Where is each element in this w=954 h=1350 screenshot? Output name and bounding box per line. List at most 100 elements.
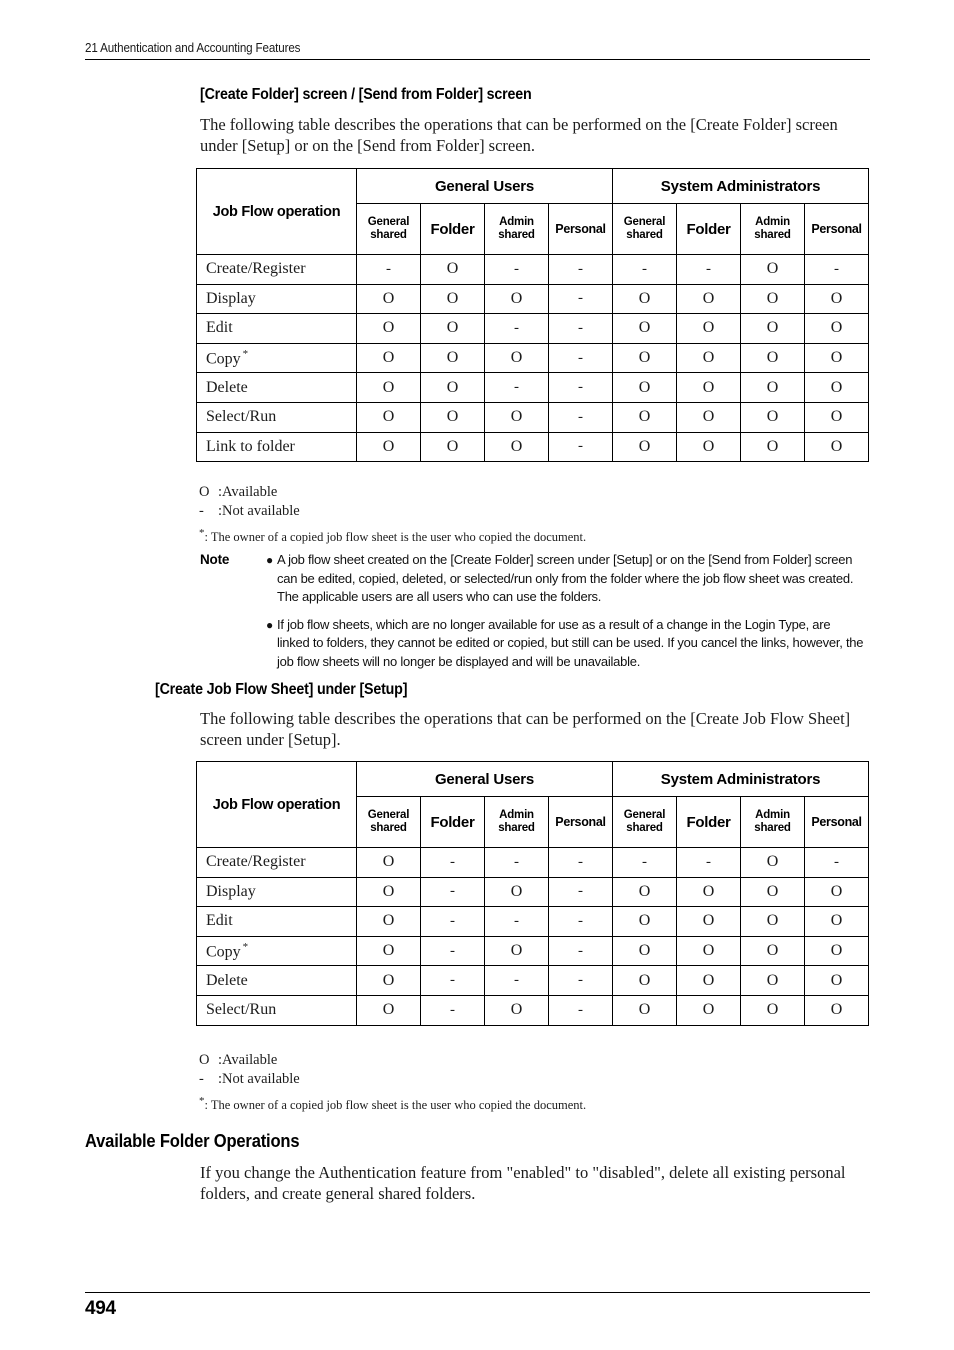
cell-availability: - [420,847,485,878]
cell-availability: O [612,876,678,908]
cell-availability: - [547,431,614,463]
cell-availability: - [484,372,549,403]
cell-availability: O [356,994,421,1026]
table-row: Copy * O O O - O O O O [196,342,870,374]
cell-availability: O [676,431,742,463]
section1-intro: The following table describes the operat… [200,115,838,155]
table-row: Delete O O - - O O O O [196,372,870,403]
note-item: ● A job flow sheet created on the [Create… [266,552,854,604]
cell-availability: O [676,313,742,344]
cell-availability: O [420,313,485,344]
cell-availability: O [484,283,549,315]
cell-availability: O [676,876,742,908]
subheader-gu-folder: Folder [420,796,485,848]
table-body: Create/Register O - - - - - O - Display O - O - O O O O Ed… [196,847,870,1026]
cell-availability: O [420,401,485,433]
cell-availability: O [484,935,549,967]
cell-availability: O [676,283,742,315]
cell-operation-name: Select/Run [196,401,357,433]
cell-availability: O [676,342,742,374]
cell-availability: - [547,313,614,344]
cell-availability: O [804,342,870,374]
cell-availability: O [420,283,485,315]
cell-availability: O [740,254,806,285]
note-body: ● A job flow sheet created on the [Create… [266,551,866,671]
bullet-icon: ● [266,617,273,632]
cell-availability: O [356,313,421,344]
cell-availability: - [484,254,549,285]
cell-operation-name: Edit [196,906,357,937]
cell-availability: - [484,965,549,996]
cell-availability: O [484,342,549,374]
section2-intro: The following table describes the operat… [200,709,851,749]
cell-availability: - [547,342,614,374]
section3-heading: Available Folder Operations [85,1131,300,1151]
cell-availability: O [356,342,421,374]
cell-availability: O [804,935,870,967]
subheader-gu-folder: Folder [420,203,485,255]
page-number: 494 [85,1298,116,1319]
cell-availability: - [420,935,485,967]
cell-availability: O [740,313,806,344]
document-page: 21 Authentication and Accounting Feature… [0,0,954,1350]
subheader-sa-folder: Folder [676,796,742,848]
cell-availability: - [356,254,421,285]
subheader-gu-personal: Personal [547,796,614,848]
cell-availability: - [676,847,742,878]
note-label: Note [200,552,230,567]
group-header-general-users: General Users [355,168,614,204]
subheader-gu-general-shared: General shared [356,203,421,255]
cell-availability: O [612,283,678,315]
subheader-sa-admin-shared: Admin shared [740,796,806,848]
cell-availability: - [420,965,485,996]
cell-availability: - [547,935,614,967]
group-header-system-administrators: System Administrators [612,761,870,797]
cell-availability: O [740,876,806,908]
cell-availability: - [547,906,614,937]
cell-availability: O [612,935,678,967]
cell-availability: O [356,935,421,967]
table-row: Select/Run O - O - O O O O [196,994,870,1026]
cell-availability: - [484,847,549,878]
section2-footnote: *: The owner of a copied job flow sheet … [199,1095,587,1113]
column-header-operation: Job Flow operation [196,761,357,848]
cell-availability: - [612,254,678,285]
cell-operation-name: Create/Register [196,254,357,285]
table-row: Edit O O - - O O O O [196,313,870,344]
cell-availability: O [676,401,742,433]
cell-availability: O [356,906,421,937]
cell-availability: - [420,906,485,937]
table-row: Delete O - - - O O O O [196,965,870,996]
cell-operation-name: Delete [196,372,357,403]
cell-availability: O [804,283,870,315]
subheader-gu-admin-shared: Admin shared [484,796,549,848]
group-header-system-administrators: System Administrators [612,168,870,204]
cell-availability: O [484,876,549,908]
cell-availability: O [612,431,678,463]
note-item: ● If job flow sheets, which are no longer… [266,616,864,669]
subheader-gu-admin-shared: Admin shared [484,203,549,255]
table-create-folder: Job Flow operation General Users System … [196,168,870,463]
cell-availability: - [484,313,549,344]
cell-availability: O [676,906,742,937]
cell-availability: O [612,401,678,433]
cell-availability: - [547,965,614,996]
section2-legend: O:Available -:Not available [199,1051,300,1088]
section2-heading: [Create Job Flow Sheet] under [Setup] [155,681,408,698]
cell-availability: O [612,906,678,937]
section1-heading: [Create Folder] screen / [Send from Fold… [200,86,532,103]
cell-availability: O [676,994,742,1026]
cell-availability: - [676,254,742,285]
legend-row-not-available: -:Not available [199,502,300,519]
cell-availability: - [612,847,678,878]
legend-row-available: O:Available [199,484,278,500]
cell-availability: - [547,847,614,878]
cell-availability: O [356,965,421,996]
table-header: Job Flow operation General Users System … [196,761,870,848]
footnote-star-icon: * [242,940,249,953]
cell-availability: O [740,372,806,403]
table-body: Create/Register - O - - - - O - Display O O O - O O O O Ed… [196,254,870,463]
cell-availability: O [804,372,870,403]
legend-row-available: O:Available [199,1052,278,1068]
subheader-sa-folder: Folder [676,203,742,255]
